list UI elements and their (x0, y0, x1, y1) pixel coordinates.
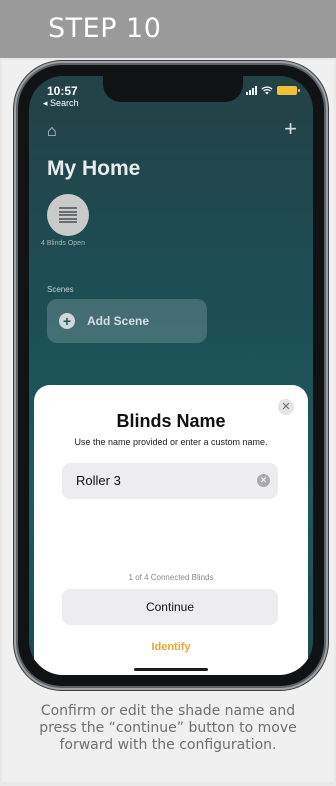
blind-name-field[interactable]: ✕ (62, 463, 278, 499)
signal-icon (246, 86, 257, 95)
blinds-tile[interactable] (47, 194, 89, 236)
blinds-status-caption: 4 Blinds Open (41, 240, 85, 247)
phone-frame: 10:57 ◂ Search ⌂ + My Home 4 Blinds Open… (18, 65, 324, 686)
phone-screen: 10:57 ◂ Search ⌂ + My Home 4 Blinds Open… (29, 76, 313, 675)
step-title: STEP 10 (48, 13, 162, 44)
add-scene-button[interactable]: + Add Scene (47, 299, 207, 343)
add-icon: + (59, 313, 75, 329)
continue-button[interactable]: Continue (62, 589, 278, 625)
blinds-name-sheet: ✕ Blinds Name Use the name provided or e… (34, 385, 308, 675)
back-to-search-link[interactable]: ◂ Search (43, 98, 79, 109)
sheet-subtitle: Use the name provided or enter a custom … (74, 437, 268, 447)
blind-name-input[interactable] (76, 473, 246, 488)
status-icons (246, 86, 300, 95)
step-banner: STEP 10 (0, 0, 336, 58)
identify-link[interactable]: Identify (34, 641, 308, 653)
wifi-icon (261, 86, 273, 95)
sheet-title: Blinds Name (116, 411, 226, 431)
clear-icon[interactable]: ✕ (257, 474, 270, 487)
instruction-caption: Confirm or edit the shade name and press… (39, 703, 297, 753)
home-title: My Home (47, 157, 141, 180)
status-time: 10:57 (47, 84, 78, 98)
blinds-icon (59, 207, 77, 223)
scenes-label: Scenes (47, 285, 74, 294)
add-scene-label: Add Scene (87, 314, 150, 328)
plus-icon[interactable]: + (284, 116, 297, 142)
connected-count: 1 of 4 Connected Blinds (128, 573, 214, 582)
notch (103, 76, 243, 102)
battery-icon (277, 86, 300, 95)
home-indicator (134, 668, 208, 671)
home-icon[interactable]: ⌂ (47, 123, 57, 141)
